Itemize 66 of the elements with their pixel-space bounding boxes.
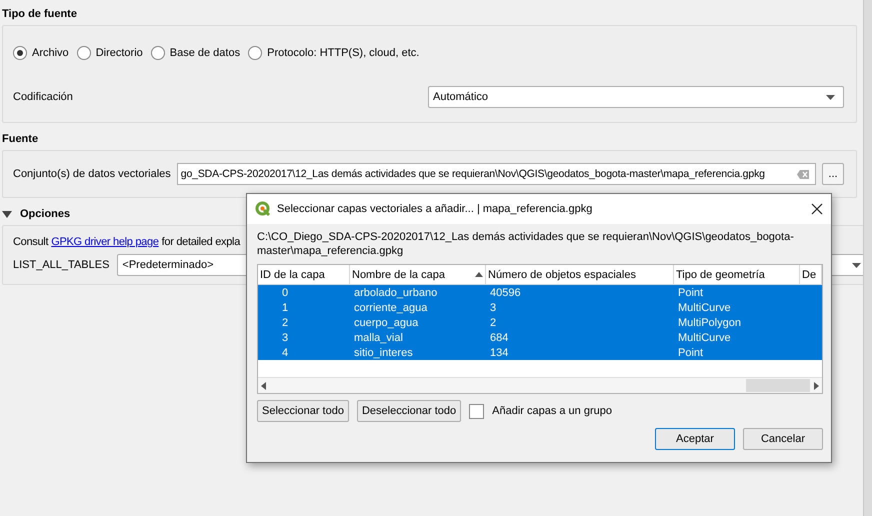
section-title: Fuente bbox=[2, 133, 38, 145]
table-cell-text: 134 bbox=[489, 346, 510, 360]
radio-label: Directorio bbox=[96, 47, 143, 59]
option-label: LIST_ALL_TABLES bbox=[13, 259, 110, 271]
field-label: Conjunto(s) de datos vectoriales bbox=[13, 168, 171, 180]
table-cell-text: arbolado_urbano bbox=[353, 286, 438, 300]
table-cell-text: 4 bbox=[281, 346, 290, 360]
caret-icon bbox=[826, 94, 835, 100]
table-cell-text: Point bbox=[677, 286, 704, 300]
table-cell-text: sitio_interes bbox=[353, 346, 414, 360]
encoding-dropdown[interactable]: Automático bbox=[428, 86, 844, 108]
help-text: Consult bbox=[13, 236, 48, 248]
table-row[interactable]: 1 corriente_agua 3 MultiCurve bbox=[258, 300, 822, 315]
table-row[interactable]: 2 cuerpo_agua 2 MultiPolygon bbox=[258, 315, 822, 330]
checkbox-label: Añadir capas a un grupo bbox=[492, 405, 612, 417]
caret-icon bbox=[852, 262, 861, 268]
radio-label: Protocolo: HTTP(S), cloud, etc. bbox=[267, 47, 420, 59]
table-cell-text: 684 bbox=[489, 330, 510, 345]
table-row[interactable]: 0 arbolado_urbano 40596 Point bbox=[258, 285, 822, 300]
browse-button[interactable]: ... bbox=[822, 163, 844, 185]
app-logo-icon bbox=[255, 201, 271, 217]
radio-label: Base de datos bbox=[170, 47, 240, 59]
cancel-button[interactable]: Cancelar bbox=[743, 428, 823, 450]
sort-icon bbox=[475, 272, 483, 277]
table-cell-text: malla_vial bbox=[353, 330, 404, 345]
help-text: for detailed expla bbox=[162, 236, 240, 248]
table-row[interactable]: 3 malla_vial 684 MultiCurve bbox=[258, 330, 822, 345]
clear-icon[interactable] bbox=[797, 170, 809, 178]
deselect-all-button[interactable]: Deseleccionar todo bbox=[356, 400, 462, 422]
column-header[interactable]: Nombre de la capa bbox=[350, 265, 486, 284]
table-cell-text: 3 bbox=[281, 330, 290, 345]
dialog-title: Seleccionar capas vectoriales a añadir... | mapa_referencia.gpkg bbox=[277, 203, 594, 215]
radio-button[interactable] bbox=[76, 46, 91, 60]
table-cell-text: Point bbox=[677, 346, 704, 360]
table-cell-text: MultiCurve bbox=[677, 330, 732, 345]
close-icon[interactable] bbox=[811, 203, 823, 215]
section-title: Tipo de fuente bbox=[2, 8, 77, 20]
help-link[interactable]: GPKG driver help page bbox=[51, 236, 159, 248]
table-cell-text: 2 bbox=[489, 316, 498, 330]
table-cell-text: MultiCurve bbox=[677, 300, 732, 315]
file-path: C:\CO_Diego_SDA-CPS-20202017\12_Las demás actividades que se requieran\Nov\QGIS\geodatos_bogota-master\mapa_referencia.gpkg bbox=[257, 230, 795, 258]
column-header[interactable]: Tipo de geometría bbox=[674, 265, 800, 284]
scrollbar-thumb[interactable] bbox=[746, 379, 810, 392]
path-field[interactable]: go_SDA-CPS-20202017\12_Las demás actividades que se requieran\Nov\QGIS\geodatos_bogota-master\mapa_referencia.gpkg bbox=[176, 163, 816, 185]
table-cell-text: cuerpo_agua bbox=[353, 316, 420, 330]
column-header[interactable]: Número de objetos espaciales bbox=[486, 265, 674, 284]
table-cell-text: corriente_agua bbox=[353, 300, 428, 315]
column-header[interactable]: De bbox=[800, 265, 822, 284]
radio-button[interactable] bbox=[13, 46, 27, 60]
table-row[interactable]: 4 sitio_interes 134 Point bbox=[258, 345, 822, 360]
checkbox[interactable] bbox=[469, 404, 484, 418]
radio-label: Archivo bbox=[32, 47, 69, 59]
radio-button[interactable] bbox=[150, 46, 165, 60]
radio-button[interactable] bbox=[248, 46, 262, 60]
column-header[interactable]: ID de la capa bbox=[258, 265, 350, 284]
select-all-button[interactable]: Seleccionar todo bbox=[257, 400, 349, 422]
table-cell-text: 2 bbox=[281, 316, 290, 330]
table-cell-text: 40596 bbox=[489, 286, 522, 300]
table-cell-text: MultiPolygon bbox=[677, 316, 742, 330]
table-cell-text: 1 bbox=[281, 300, 290, 315]
collapse-icon[interactable] bbox=[2, 210, 12, 218]
table-cell-text: 0 bbox=[281, 286, 290, 300]
field-label: Codificación bbox=[13, 91, 73, 103]
table-cell-text: 3 bbox=[489, 300, 498, 315]
section-title: Opciones bbox=[20, 208, 70, 220]
accept-button[interactable]: Aceptar bbox=[655, 428, 735, 450]
